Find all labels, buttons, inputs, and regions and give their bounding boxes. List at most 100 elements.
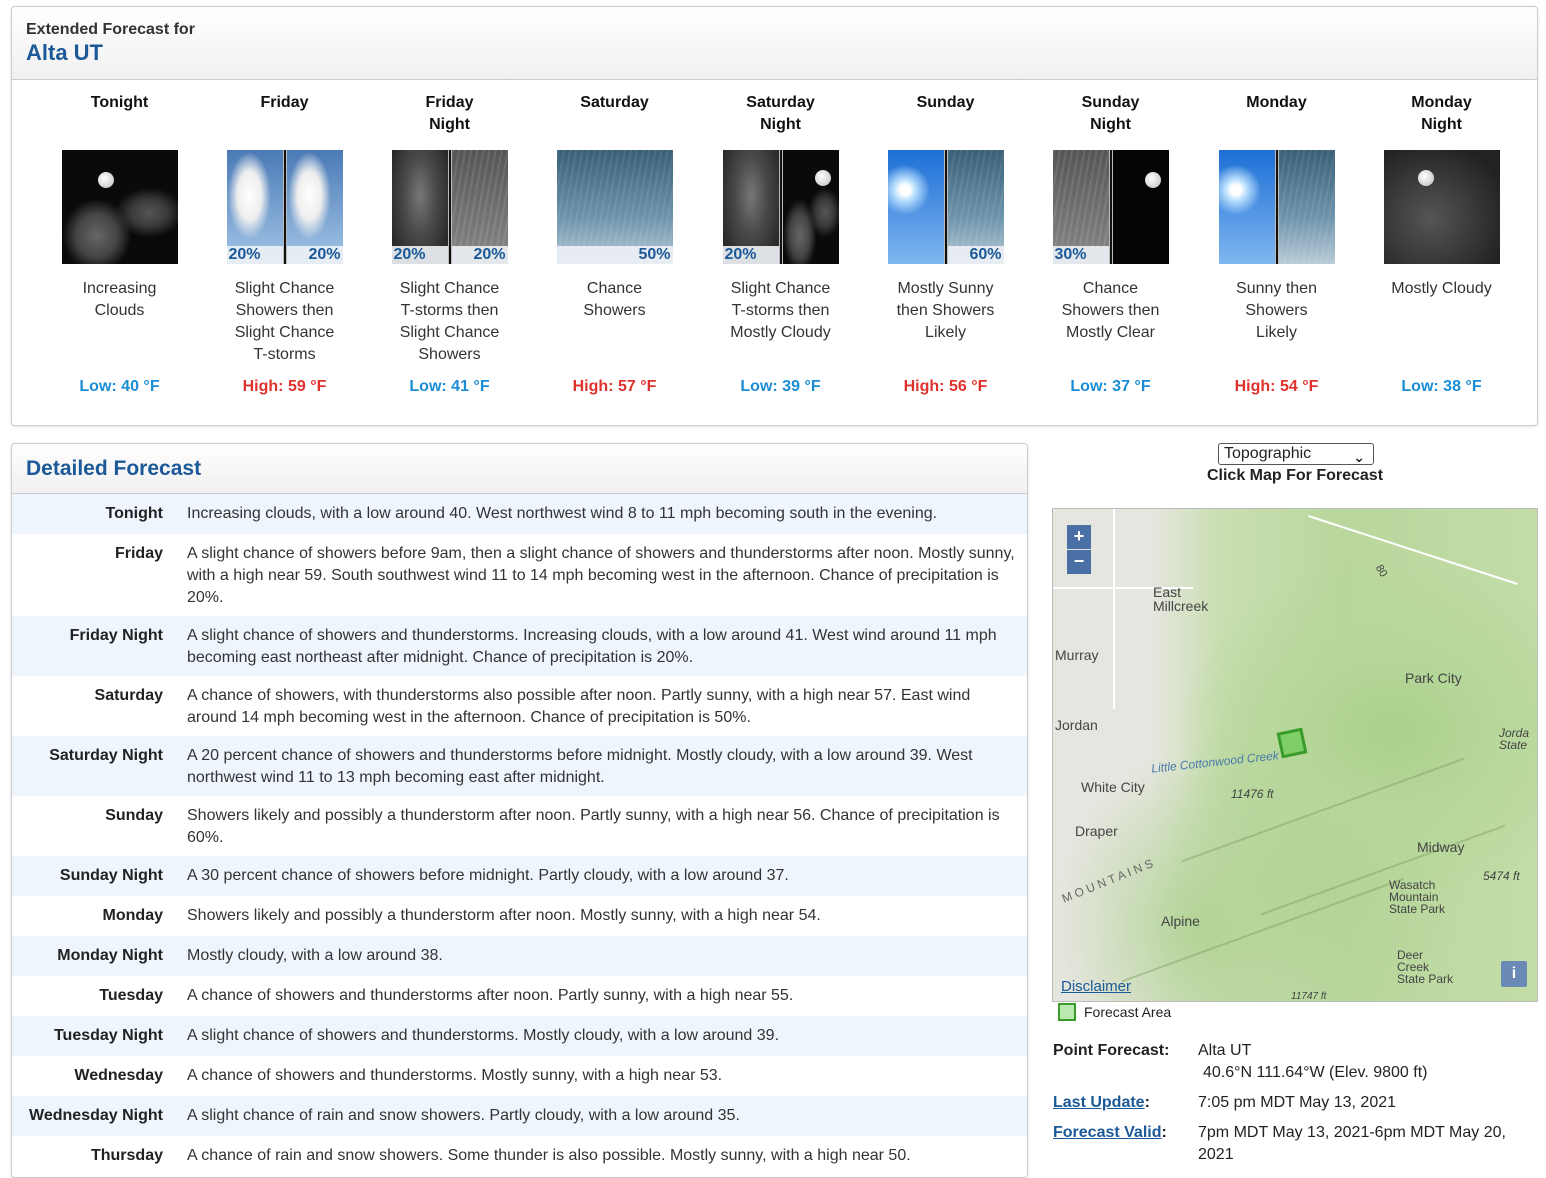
short-description: Sunny then Showers Likely	[1236, 280, 1317, 341]
map-label: Draper	[1075, 823, 1118, 839]
zoom-out-button[interactable]: −	[1067, 550, 1091, 574]
point-forecast-label: Point Forecast:	[1053, 1042, 1170, 1059]
temperature-low: Low: 39 °F	[740, 378, 821, 395]
map-label: Murray	[1055, 647, 1099, 663]
map-label: Deer Creek State Park	[1397, 948, 1454, 986]
temperature-low: Low: 38 °F	[1401, 378, 1482, 395]
detailed-row: Wednesday Night A slight chance of rain a…	[12, 1096, 1027, 1136]
temperature-high: High: 54 °F	[1234, 378, 1319, 395]
showers-then-clear-icon: 30%	[1052, 150, 1169, 264]
short-description: Mostly Cloudy	[1391, 280, 1492, 297]
period-tonight: Tonight Increasing Clouds Low: 40 °F	[37, 92, 202, 396]
legend-label: Forecast Area	[1084, 1004, 1172, 1020]
forecast-area-swatch	[1058, 1003, 1076, 1021]
temperature-low: Low: 37 °F	[1070, 378, 1151, 395]
map-label: Jordan	[1055, 717, 1098, 733]
detailed-row: Monday Showers likely and possibly a thun…	[102, 907, 821, 924]
period-saturday: Saturday 50% Chance Showers High: 57 °F	[532, 92, 697, 396]
period-name: Friday	[260, 94, 309, 111]
forecast-valid-value: 7pm MDT May 13, 2021-6pm MDT May 20, 202…	[1198, 1124, 1506, 1163]
map-label: Jorda State	[1499, 726, 1530, 752]
detailed-row: Tonight Increasing clouds, with a low aro…	[12, 494, 1027, 534]
detailed-row: Friday A slight chance of showers before …	[114, 545, 1015, 606]
night-mostly-cloudy-icon	[1383, 150, 1500, 264]
period-name: Sunday Night	[1081, 94, 1140, 133]
detailed-row: Wednesday A chance of showers and thunder…	[74, 1067, 723, 1084]
period-monday: Monday Sunny then Showers Likely High: 54 …	[1194, 92, 1359, 396]
map-label: 80	[1372, 562, 1390, 580]
map-type-value: Topographic	[1224, 445, 1312, 462]
detailed-row: Sunday Night A 30 percent chance of showe…	[12, 856, 1027, 896]
tstorms-then-cloudy-icon: 20%	[722, 150, 839, 264]
period-friday-night: Friday Night 20% 20% Slight Chance T-storms…	[367, 92, 532, 396]
showers-icon: 50%	[556, 150, 673, 264]
forecast-location: Alta UT	[26, 40, 103, 65]
temperature-high: High: 56 °F	[903, 378, 988, 395]
detailed-forecast-panel: Detailed Forecast Tonight Increasing clou…	[11, 443, 1028, 1178]
period-name: Sunday	[916, 94, 975, 111]
forecast-area-box	[1276, 727, 1308, 759]
forecast-map[interactable]: + − East Millcreek Murray Park City Jord…	[1052, 508, 1538, 1002]
map-label: 11476 ft	[1231, 787, 1274, 801]
temperature-high: High: 57 °F	[572, 378, 657, 395]
period-name: Monday Night	[1411, 94, 1472, 133]
detailed-row: Sunday Showers likely and possibly a thun…	[105, 807, 1000, 846]
last-update-value: 7:05 pm MDT May 13, 2021	[1198, 1094, 1397, 1111]
sunny-then-showers-icon	[1218, 150, 1335, 264]
period-name: Saturday	[580, 94, 649, 111]
period-saturday-night: Saturday Night 20% Slight Chance T-storms …	[698, 92, 863, 396]
map-label: Little Cottonwood Creek	[1150, 748, 1280, 776]
detailed-row: Friday Night A slight chance of showers a…	[12, 616, 1027, 676]
detailed-row: Tuesday A chance of showers and thunderst…	[99, 987, 794, 1004]
short-description: Slight Chance T-storms then Mostly Cloudy	[730, 280, 831, 341]
extended-forecast-header: Extended Forecast for Alta UT	[12, 7, 1537, 80]
map-type-select[interactable]: Topographic ⌄	[1218, 443, 1374, 465]
map-label: White City	[1081, 779, 1145, 795]
short-description: Increasing Clouds	[82, 280, 157, 319]
extended-forecast-title: Extended Forecast for	[26, 21, 195, 38]
detailed-row: Monday Night Mostly cloudy, with a low ar…	[12, 936, 1027, 976]
last-update-row: Last Update: 7:05 pm MDT May 13, 2021	[1053, 1092, 1533, 1114]
short-description: Slight Chance Showers then Slight Chance T-…	[234, 280, 335, 363]
sunny-then-showers-icon: 60%	[887, 150, 1004, 264]
click-map-label: Click Map For Forecast	[1206, 467, 1384, 484]
map-label: East Millcreek	[1153, 584, 1209, 614]
period-friday: Friday 20% 20% Slight Chance Showers then S…	[202, 92, 367, 396]
period-sunday: Sunday 60% Mostly Sunny then Showers Likel…	[863, 92, 1028, 396]
zoom-in-button[interactable]: +	[1067, 525, 1091, 549]
forecast-valid-link[interactable]: Forecast Valid	[1053, 1124, 1162, 1141]
tstorms-then-showers-icon: 20% 20%	[391, 150, 508, 264]
map-label: 5474 ft	[1483, 869, 1520, 883]
short-description: Chance Showers	[583, 280, 646, 319]
detailed-row: Saturday A chance of showers, with thunde…	[94, 687, 971, 726]
chevron-down-icon: ⌄	[1353, 449, 1365, 465]
map-label: Wasatch Mountain State Park	[1389, 878, 1446, 916]
showers-then-tstorms-icon: 20% 20%	[226, 150, 343, 264]
detailed-row: Tuesday Night A slight chance of showers …	[12, 1016, 1027, 1056]
last-update-link[interactable]: Last Update	[1053, 1094, 1145, 1111]
info-button[interactable]: i	[1501, 961, 1527, 987]
disclaimer-link[interactable]: Disclaimer	[1061, 978, 1131, 995]
detailed-row: Thursday A chance of rain and snow shower…	[90, 1147, 911, 1164]
point-forecast-value: Alta UT 40.6°N 111.64°W (Elev. 9800 ft)	[1198, 1042, 1428, 1081]
map-label: Park City	[1405, 670, 1462, 686]
period-sunday-night: Sunday Night 30% Chance Showers then Mostly…	[1028, 92, 1193, 396]
map-legend: Forecast Area	[1058, 1003, 1171, 1021]
detailed-row: Saturday Night A 20 percent chance of sho…	[12, 736, 1027, 796]
short-description: Chance Showers then Mostly Clear	[1061, 280, 1160, 341]
night-partly-cloudy-icon	[61, 150, 178, 264]
detailed-forecast-title: Detailed Forecast	[26, 457, 202, 480]
map-label: 11747 ft	[1291, 991, 1327, 1002]
temperature-high: High: 59 °F	[242, 378, 327, 395]
period-name: Saturday Night	[746, 94, 815, 133]
map-label: Midway	[1417, 839, 1465, 855]
short-description: Slight Chance T-storms then Slight Chance S…	[399, 280, 500, 363]
map-label: Alpine	[1161, 913, 1200, 929]
point-forecast-row: Point Forecast: Alta UT 40.6°N 111.64°W …	[1053, 1040, 1533, 1086]
period-name: Friday Night	[425, 94, 474, 133]
period-name: Tonight	[90, 94, 149, 111]
detailed-forecast-header: Detailed Forecast	[12, 444, 1027, 494]
map-label: M O U N T A I N S	[1059, 856, 1156, 906]
temperature-low: Low: 40 °F	[79, 378, 160, 395]
period-name: Monday	[1246, 94, 1307, 111]
